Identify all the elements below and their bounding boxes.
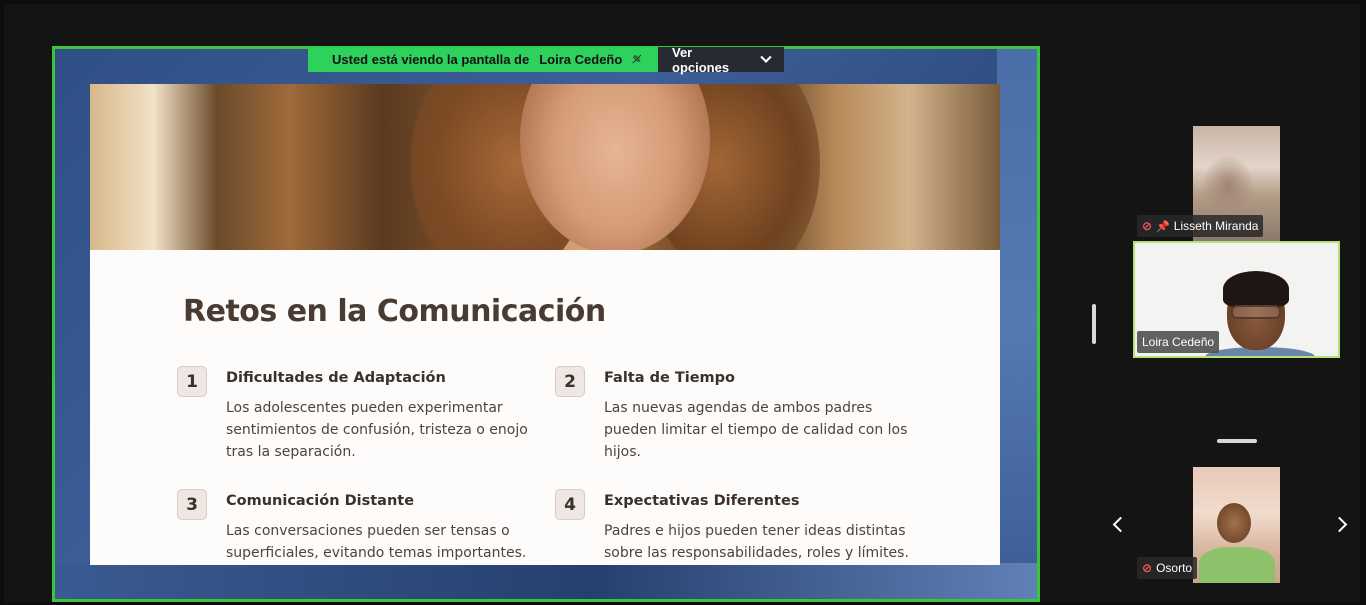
share-banner: Usted está viendo la pantalla de Loira C… bbox=[308, 44, 784, 75]
item-text: Padres e hijos pueden tener ideas distin… bbox=[604, 523, 909, 561]
item-heading: Expectativas Diferentes bbox=[604, 493, 800, 509]
mic-off-icon: ✎̸ bbox=[632, 54, 642, 66]
participant-label-lisseth: ⊘ 📌 Lisseth Miranda bbox=[1137, 215, 1264, 237]
meeting-window: Usted está viendo la pantalla de Loira C… bbox=[0, 0, 1366, 605]
share-status: Usted está viendo la pantalla de Loira C… bbox=[308, 47, 658, 72]
chevron-left-icon bbox=[1112, 516, 1128, 532]
shared-screen-background-bottom bbox=[55, 563, 1037, 599]
chevron-down-icon bbox=[760, 51, 772, 63]
slide-title: Retos en la Comunicación bbox=[183, 294, 606, 329]
share-status-text: Usted está viendo la pantalla de bbox=[332, 52, 530, 67]
presentation-slide: Retos en la Comunicación 1 Dificultades … bbox=[90, 84, 1000, 565]
video-feed-glasses bbox=[1231, 305, 1281, 319]
view-options-label: Ver opciones bbox=[672, 44, 730, 75]
item-heading: Comunicación Distante bbox=[226, 493, 415, 509]
participant-label-loira: Loira Cedeño bbox=[1137, 331, 1220, 353]
participant-name: Loira Cedeño bbox=[1142, 335, 1215, 349]
view-options-button[interactable]: Ver opciones bbox=[658, 44, 784, 75]
item-number: 4 bbox=[555, 489, 585, 520]
item-text: Las nuevas agendas de ambos padres puede… bbox=[604, 400, 908, 460]
video-feed bbox=[1203, 156, 1253, 216]
muted-mic-icon: ⊘ bbox=[1142, 219, 1153, 233]
item-number: 3 bbox=[177, 489, 207, 520]
panel-resize-handle[interactable] bbox=[1092, 304, 1096, 344]
video-tile-osorto[interactable] bbox=[1193, 467, 1280, 583]
shared-screen-background bbox=[997, 49, 1037, 599]
slide-photo bbox=[90, 84, 1000, 250]
video-feed-hair bbox=[1223, 271, 1289, 307]
participant-name: Lisseth Miranda bbox=[1173, 219, 1259, 233]
item-heading: Falta de Tiempo bbox=[604, 370, 735, 386]
next-page-button[interactable] bbox=[1331, 512, 1351, 536]
item-number: 2 bbox=[555, 366, 585, 397]
video-feed-head bbox=[1217, 503, 1251, 543]
participant-label-osorto: ⊘ Osorto bbox=[1137, 557, 1198, 579]
chevron-right-icon bbox=[1331, 516, 1347, 532]
item-text: Los adolescentes pueden experimentar sen… bbox=[226, 400, 528, 460]
video-feed-body bbox=[1199, 547, 1275, 583]
item-text: Las conversaciones pueden ser tensas o s… bbox=[226, 523, 527, 561]
pin-icon: 📌 bbox=[1156, 220, 1170, 233]
gallery-drag-handle[interactable] bbox=[1217, 439, 1257, 443]
muted-mic-icon: ⊘ bbox=[1142, 561, 1153, 575]
item-number: 1 bbox=[177, 366, 207, 397]
previous-page-button[interactable] bbox=[1108, 512, 1128, 536]
presenter-name: Loira Cedeño bbox=[539, 52, 623, 67]
item-heading: Dificultades de Adaptación bbox=[226, 370, 446, 386]
participant-name: Osorto bbox=[1156, 561, 1193, 575]
